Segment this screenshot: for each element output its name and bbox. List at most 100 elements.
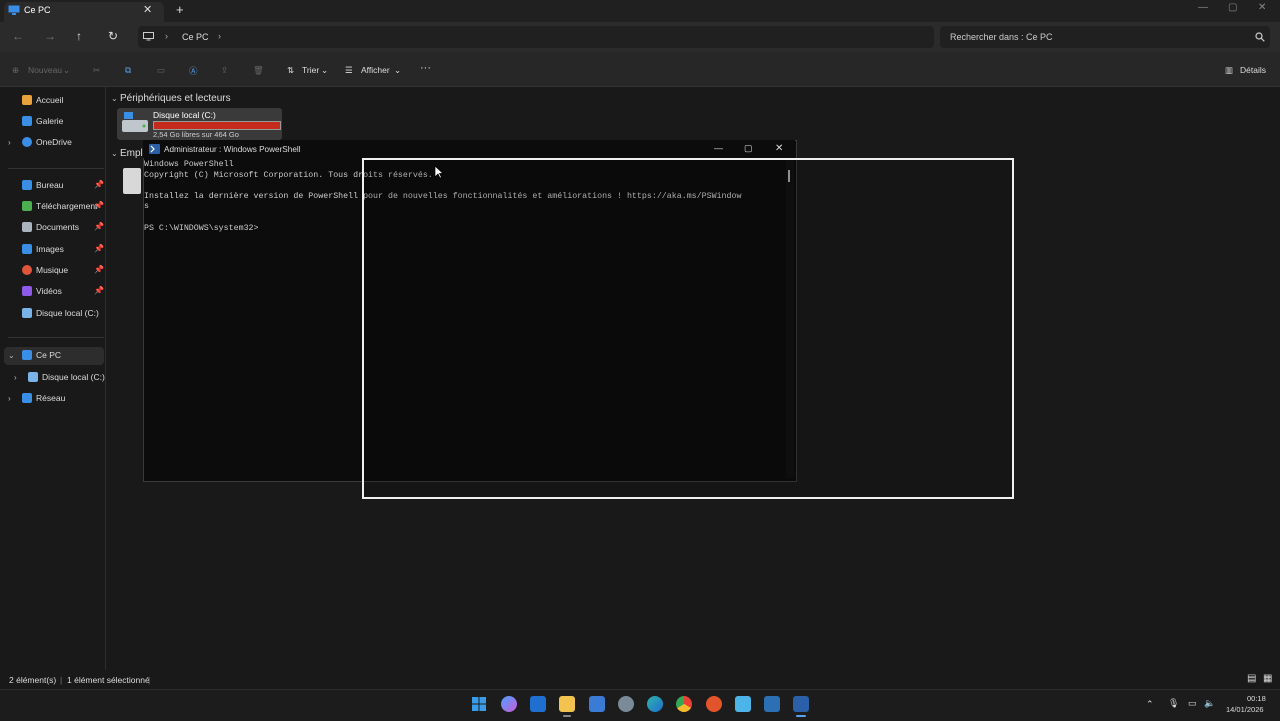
delete-icon[interactable]: 🗑 — [253, 65, 264, 76]
tab-title: Ce PC — [24, 5, 51, 15]
active-indicator — [796, 715, 806, 717]
drive-icon — [122, 112, 148, 132]
drive-usage-bar — [153, 121, 281, 130]
sidebar-divider — [8, 168, 104, 169]
powershell-taskbar-icon[interactable] — [793, 696, 809, 712]
sidebar-item-telechargement[interactable]: Téléchargement 📌 — [22, 201, 104, 215]
chevron-down-icon[interactable]: ⌄ — [111, 94, 118, 103]
outlook-icon[interactable] — [530, 696, 546, 712]
details-view-icon[interactable]: ▤ — [1247, 673, 1256, 684]
close-window-button[interactable]: ✕ — [1258, 2, 1266, 13]
snipping-tool-icon[interactable] — [735, 696, 751, 712]
microphone-icon[interactable]: 🎙 — [1168, 698, 1179, 709]
view-button[interactable]: Afficher — [361, 65, 390, 75]
sort-button[interactable]: Trier — [302, 65, 319, 75]
share-icon[interactable]: ⇪ — [221, 65, 228, 76]
details-button[interactable]: Détails — [1240, 65, 1266, 75]
edge-icon[interactable] — [647, 696, 663, 712]
sidebar-item-disque-local[interactable]: Disque local (C:) — [22, 308, 99, 322]
back-arrow-icon[interactable]: ← — [12, 29, 24, 43]
sidebar-item-ce-pc[interactable]: Ce PC — [22, 350, 61, 364]
pin-icon[interactable]: 📌 — [94, 201, 104, 210]
store-icon[interactable] — [589, 696, 605, 712]
sidebar-splitter[interactable] — [105, 86, 106, 670]
more-options-button[interactable]: ··· — [420, 62, 431, 74]
group-header-locations[interactable]: Empl — [120, 148, 143, 159]
breadcrumb[interactable]: Ce PC — [182, 32, 209, 42]
drive-icon — [22, 308, 32, 318]
network-icon — [22, 393, 32, 403]
paste-icon[interactable]: ▭ — [157, 65, 165, 76]
sidebar-item-musique[interactable]: Musique 📌 — [22, 265, 104, 279]
settings-icon[interactable] — [618, 696, 634, 712]
sidebar-item-reseau[interactable]: Réseau — [22, 393, 65, 407]
rename-icon[interactable]: Ⓐ — [189, 65, 198, 77]
group-header-devices[interactable]: Périphériques et lecteurs — [120, 93, 231, 104]
chevron-right-icon[interactable]: › — [14, 373, 17, 382]
sidebar-item-images[interactable]: Images 📌 — [22, 244, 104, 258]
volume-icon[interactable]: 🔈 — [1204, 698, 1215, 709]
chevron-right-icon[interactable]: › — [218, 31, 221, 41]
new-icon[interactable]: ⊕ — [12, 65, 19, 76]
minimize-button[interactable]: — — [1198, 2, 1208, 13]
sidebar-item-galerie[interactable]: Galerie — [22, 116, 63, 130]
maximize-button[interactable]: ▢ — [1228, 2, 1237, 13]
ps-minimize-button[interactable]: — — [714, 143, 723, 153]
desktop-icon — [22, 180, 32, 190]
chevron-up-icon[interactable]: ⌃ — [1146, 699, 1154, 710]
chevron-down-icon[interactable]: ⌄ — [8, 351, 15, 360]
tab-close-button[interactable]: ✕ — [143, 3, 152, 16]
sidebar-item-accueil[interactable]: Accueil — [22, 95, 63, 109]
sidebar-item-disque-local-c[interactable]: Disque local (C:) — [28, 372, 105, 386]
forward-arrow-icon[interactable]: → — [44, 29, 56, 43]
new-tab-button[interactable]: + — [176, 2, 184, 17]
pin-icon[interactable]: 📌 — [94, 222, 104, 231]
tiles-view-icon[interactable]: ▦ — [1263, 673, 1272, 684]
sidebar-item-onedrive[interactable]: OneDrive — [22, 137, 72, 151]
ps-prompt[interactable]: PS C:\WINDOWS\system32> — [144, 224, 259, 233]
search-icon[interactable] — [1255, 32, 1265, 42]
chevron-right-icon[interactable]: › — [8, 138, 11, 147]
file-explorer-icon[interactable] — [559, 696, 575, 712]
new-button[interactable]: Nouveau — [28, 65, 62, 75]
ps-maximize-button[interactable]: ▢ — [744, 143, 753, 154]
copy-icon[interactable]: ⧉ — [125, 65, 131, 76]
pin-icon[interactable]: 📌 — [94, 180, 104, 189]
search-placeholder: Rechercher dans : Ce PC — [950, 32, 1053, 42]
address-bar[interactable] — [138, 26, 934, 48]
sidebar-divider — [8, 337, 104, 338]
pin-icon[interactable]: 📌 — [94, 286, 104, 295]
gallery-icon — [22, 116, 32, 126]
pc-icon — [143, 32, 154, 41]
sidebar-item-documents[interactable]: Documents 📌 — [22, 222, 104, 236]
ps-close-button[interactable]: ✕ — [775, 143, 783, 154]
chrome-icon[interactable] — [676, 696, 692, 712]
network-status-icon[interactable]: ▭ — [1188, 698, 1197, 709]
start-icon[interactable] — [471, 696, 487, 712]
ps-output-line: s — [144, 202, 149, 211]
chevron-down-icon[interactable]: ⌄ — [111, 149, 118, 158]
pin-icon[interactable]: 📌 — [94, 265, 104, 274]
chevron-right-icon[interactable]: › — [8, 394, 11, 403]
ps-output-line: Windows PowerShell — [144, 160, 234, 169]
view-icon[interactable]: ☰ — [345, 65, 353, 76]
refresh-icon[interactable]: ↻ — [108, 29, 118, 43]
terminal-icon[interactable] — [764, 696, 780, 712]
sort-icon[interactable]: ⇅ — [287, 65, 294, 76]
up-arrow-icon[interactable]: ↑ — [76, 29, 82, 43]
pin-icon[interactable]: 📌 — [94, 244, 104, 253]
sidebar-item-videos[interactable]: Vidéos 📌 — [22, 286, 104, 300]
cut-icon[interactable]: ✂ — [93, 65, 100, 76]
copilot-icon[interactable] — [501, 696, 517, 712]
status-separator: | — [60, 675, 63, 685]
sidebar-item-bureau[interactable]: Bureau 📌 — [22, 180, 104, 194]
pc-icon — [22, 350, 32, 360]
document-icon — [22, 222, 32, 232]
mouse-cursor-icon — [434, 165, 444, 179]
details-pane-icon[interactable]: ▥ — [1225, 65, 1233, 76]
clock-date[interactable]: 14/01/2026 — [1226, 705, 1264, 714]
chevron-down-icon: ⌄ — [63, 65, 71, 75]
app-icon[interactable] — [706, 696, 722, 712]
image-icon — [22, 244, 32, 254]
clock-time[interactable]: 00:18 — [1247, 694, 1266, 703]
